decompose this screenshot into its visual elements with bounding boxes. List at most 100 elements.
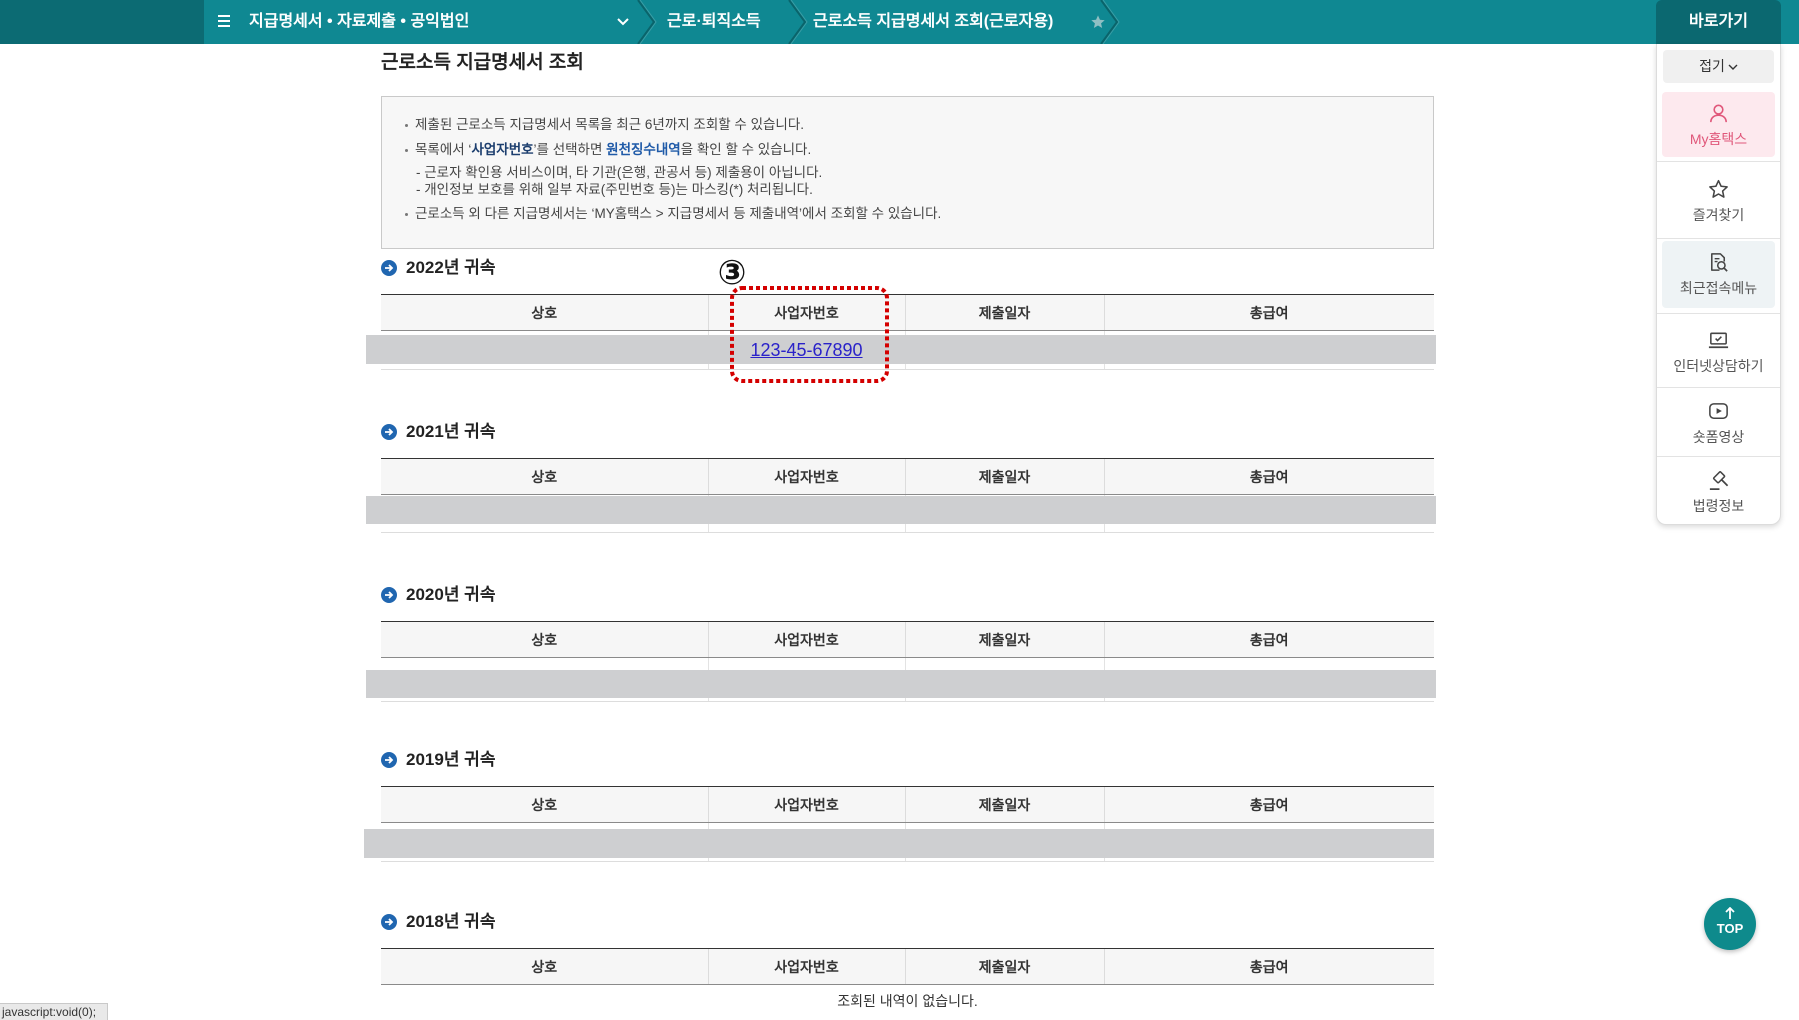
column-header-business-number: 사업자번호 [707, 458, 905, 495]
divider [1657, 313, 1780, 314]
quick-menu-item-law-info[interactable]: 법령정보 [1662, 459, 1775, 522]
page-title: 근로소득 지급명세서 조회 [381, 52, 584, 73]
column-header-company: 상호 [381, 948, 708, 985]
column-header-submit-date: 제출일자 [904, 948, 1104, 985]
year-section-2021: 2021년 귀속 상호 사업자번호 제출일자 총급여 [366, 421, 1436, 533]
column-header-total-salary: 총급여 [1103, 786, 1434, 823]
collapse-label: 접기 [1699, 58, 1725, 74]
redaction-bar [366, 496, 1436, 524]
column-header-company: 상호 [381, 621, 708, 658]
column-header-company: 상호 [381, 294, 708, 331]
quick-menu-panel: 접기 My홈택스 즐겨찾기 최근접속메뉴 인터넷상담하기 숏폼영상 법령정보 [1656, 44, 1781, 525]
table-header-row: 상호 사업자번호 제출일자 총급여 [381, 458, 1434, 495]
column-header-business-number: 사업자번호 [707, 786, 905, 823]
year-section-2019: 2019년 귀속 상호 사업자번호 제출일자 총급여 [364, 749, 1434, 862]
divider [1657, 387, 1780, 388]
chevron-down-icon[interactable] [617, 18, 629, 26]
quick-menu-item-online-consult[interactable]: 인터넷상담하기 [1662, 319, 1775, 384]
table-header-row: 상호 사업자번호 제출일자 총급여 [381, 294, 1434, 331]
table-header-row: 상호 사업자번호 제출일자 총급여 [381, 786, 1434, 823]
notice-text: 목록에서 ‘ [415, 142, 472, 157]
column-header-total-salary: 총급여 [1103, 948, 1434, 985]
scroll-top-button[interactable]: TOP [1704, 898, 1756, 950]
section-title: 2021년 귀속 [406, 422, 496, 441]
chevron-down-icon [1728, 64, 1738, 71]
column-header-submit-date: 제출일자 [904, 621, 1104, 658]
column-header-business-number: 사업자번호 [707, 621, 905, 658]
column-header-business-number: 사업자번호 [707, 948, 905, 985]
table-row: 조회된 내역이 없습니다. [381, 985, 1434, 1017]
year-section-2018: 2018년 귀속 상호 사업자번호 제출일자 총급여 조회된 내역이 없습니다. [381, 911, 1434, 1009]
column-header-company: 상호 [381, 458, 708, 495]
divider [1657, 238, 1780, 239]
top-navigation-bar: 지급명세서 • 자료제출 • 공익법인 근로·퇴직소득 근로소득 지급명세서 조… [0, 0, 1799, 44]
column-header-total-salary: 총급여 [1103, 621, 1434, 658]
quick-menu-label: 숏폼영상 [1692, 429, 1745, 445]
column-header-total-salary: 총급여 [1103, 294, 1434, 331]
section-heading: 2020년 귀속 [381, 584, 1434, 606]
arrow-circle-icon [381, 752, 397, 768]
notice-term-withholding: 원천징수내역 [606, 142, 681, 157]
up-arrow-icon [1725, 907, 1735, 919]
quick-menu-item-recent[interactable]: 최근접속메뉴 [1662, 241, 1775, 308]
notice-line: 제출된 근로소득 지급명세서 목록을 최근 6년까지 조회할 수 있습니다. [405, 116, 804, 134]
column-header-submit-date: 제출일자 [904, 458, 1104, 495]
redaction-bar [364, 829, 1434, 858]
payment-statement-table: 상호 사업자번호 제출일자 총급여 조회된 내역이 없습니다. [381, 948, 1434, 1017]
quick-menu-item-favorites[interactable]: 즐겨찾기 [1662, 166, 1775, 235]
quick-menu-label: 인터넷상담하기 [1673, 358, 1764, 374]
step-marker: ③ [717, 253, 747, 293]
notice-subline: - 근로자 확인용 서비스이며, 타 기관(은행, 관공서 등) 제출용이 아닙… [416, 165, 823, 180]
play-icon [1709, 403, 1728, 419]
quick-menu-label: 즐겨찾기 [1692, 207, 1745, 223]
quick-menu-item-short-video[interactable]: 숏폼영상 [1662, 390, 1775, 453]
redaction-bar [366, 335, 1436, 364]
section-heading: 2021년 귀속 [381, 421, 1434, 443]
section-heading: 2018년 귀속 [381, 911, 1434, 933]
scroll-top-label: TOP [1716, 921, 1744, 936]
quick-menu-title[interactable]: 바로가기 [1656, 0, 1781, 44]
section-title: 2019년 귀속 [406, 750, 496, 769]
column-header-company: 상호 [381, 786, 708, 823]
highlight-box [730, 286, 889, 383]
column-header-submit-date: 제출일자 [904, 294, 1104, 331]
arrow-circle-icon [381, 587, 397, 603]
empty-message: 조회된 내역이 없습니다. [837, 992, 978, 1009]
arrow-circle-icon [381, 260, 397, 276]
hamburger-icon[interactable] [218, 15, 232, 29]
section-title: 2022년 귀속 [406, 258, 496, 277]
notice-text: 을 확인 할 수 있습니다. [680, 142, 812, 157]
quick-menu-label: My홈택스 [1689, 131, 1748, 147]
redaction-bar [366, 670, 1436, 698]
divider [1657, 456, 1780, 457]
nav-category-menu[interactable]: 지급명세서 • 자료제출 • 공익법인 [249, 0, 469, 44]
breadcrumb-item-current[interactable]: 근로소득 지급명세서 조회(근로자용) [813, 0, 1053, 44]
browser-status-bar: javascript:void(0); [0, 1003, 108, 1020]
notice-line: 목록에서 ‘사업자번호’를 선택하면 원천징수내역을 확인 할 수 있습니다. [405, 141, 811, 159]
divider [1657, 161, 1780, 162]
arrow-circle-icon [381, 424, 397, 440]
collapse-button[interactable]: 접기 [1663, 50, 1774, 83]
quick-menu-label: 법령정보 [1692, 498, 1745, 514]
notice-line: 근로소득 외 다른 지급명세서는 ‘MY홈택스 > 지급명세서 등 제출내역’에… [405, 205, 941, 223]
section-title: 2020년 귀속 [406, 585, 496, 604]
laptop-check-icon [1708, 332, 1729, 349]
recent-menu-icon [1711, 253, 1728, 272]
person-icon [1710, 104, 1727, 123]
table-header-row: 상호 사업자번호 제출일자 총급여 [381, 621, 1434, 658]
quick-menu-label: 최근접속메뉴 [1679, 280, 1758, 296]
breadcrumb-item-income[interactable]: 근로·퇴직소득 [667, 0, 761, 44]
section-heading: 2019년 귀속 [381, 749, 1434, 771]
quick-menu-item-my-hometax[interactable]: My홈택스 [1662, 92, 1775, 157]
column-header-submit-date: 제출일자 [904, 786, 1104, 823]
year-section-2020: 2020년 귀속 상호 사업자번호 제출일자 총급여 [366, 584, 1436, 702]
notice-text: ’를 선택하면 [533, 142, 607, 157]
star-icon [1709, 179, 1728, 198]
gavel-icon [1709, 471, 1729, 490]
table-header-row: 상호 사업자번호 제출일자 총급여 [381, 948, 1434, 985]
notice-subline: - 개인정보 보호를 위해 일부 자료(주민번호 등)는 마스킹(*) 처리됩니… [416, 182, 813, 197]
star-icon[interactable] [1090, 14, 1106, 30]
column-header-total-salary: 총급여 [1103, 458, 1434, 495]
arrow-circle-icon [381, 914, 397, 930]
section-title: 2018년 귀속 [406, 912, 496, 931]
